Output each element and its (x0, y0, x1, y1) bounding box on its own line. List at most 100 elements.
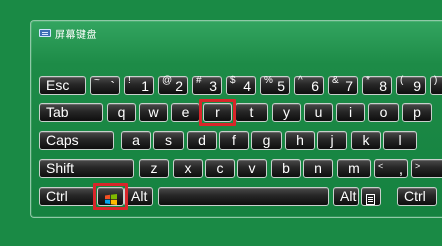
key-o[interactable]: o (368, 103, 399, 122)
key-5-shift-label: % (264, 75, 273, 86)
key-n[interactable]: n (303, 159, 333, 178)
key-3-shift-label: # (196, 75, 202, 86)
key-y-label: y (283, 104, 290, 120)
key-k[interactable]: k (351, 131, 381, 150)
windows-logo-icon (104, 192, 117, 205)
key-esc[interactable]: Esc (39, 76, 86, 95)
key-9-shift-label: ( (400, 75, 404, 86)
key-backtick[interactable]: ~ ` (90, 76, 120, 95)
key-8-shift-label: * (366, 75, 370, 86)
key-u[interactable]: u (304, 103, 333, 122)
key-f[interactable]: f (219, 131, 249, 150)
key-z-label: z (150, 160, 158, 176)
key-ctrl-left-label: Ctrl (46, 188, 68, 204)
key-t[interactable]: t (235, 103, 268, 122)
key-ctrl-left[interactable]: Ctrl (39, 187, 95, 206)
key-v-label: v (248, 160, 256, 176)
key-h[interactable]: h (285, 131, 315, 150)
key-period-shift-label: > (415, 161, 421, 171)
key-alt-left-label: Alt (131, 188, 148, 204)
key-alt-right-label: Alt (340, 188, 357, 204)
key-l-label: l (398, 132, 402, 148)
key-shift-label: Shift (46, 160, 75, 176)
key-p[interactable]: p (402, 103, 432, 122)
key-f-label: f (232, 132, 236, 148)
key-7-shift-label: & (332, 75, 339, 86)
key-d[interactable]: d (187, 131, 217, 150)
key-a-label: a (132, 132, 140, 148)
key-2-shift-label: @ (162, 75, 173, 86)
key-j[interactable]: j (317, 131, 347, 150)
key-1-label: 1 (141, 78, 149, 94)
key-y[interactable]: y (272, 103, 301, 122)
key-alt-left[interactable]: Alt (124, 187, 153, 206)
key-4[interactable]: $4 (226, 76, 256, 95)
key-2[interactable]: @2 (158, 76, 188, 95)
key-q-label: q (117, 104, 126, 120)
key-7[interactable]: & 7 (328, 76, 358, 95)
key-d-label: d (198, 132, 206, 148)
key-menu[interactable] (361, 187, 381, 206)
key-6-shift-label: ^ (298, 75, 303, 86)
key-tab[interactable]: Tab (39, 103, 103, 122)
keyboard-app-icon (39, 29, 51, 37)
key-backtick-label: ` (110, 78, 115, 94)
key-r-label: r (215, 104, 220, 120)
key-2-label: 2 (175, 78, 183, 94)
key-ctrl-right[interactable]: Ctrl (397, 187, 437, 206)
key-3[interactable]: #3 (192, 76, 222, 95)
key-caps[interactable]: Caps (39, 131, 114, 150)
key-m[interactable]: m (337, 159, 371, 178)
key-9[interactable]: (9 (396, 76, 426, 95)
key-5-label: 5 (277, 78, 285, 94)
key-v[interactable]: v (237, 159, 267, 178)
key-0[interactable]: ) (430, 76, 442, 95)
key-space[interactable] (158, 187, 329, 206)
key-g[interactable]: g (251, 131, 282, 150)
window-title: 屏幕键盘 (55, 29, 97, 41)
key-7-label: 7 (345, 78, 353, 94)
key-c[interactable]: c (205, 159, 235, 178)
key-x[interactable]: x (173, 159, 203, 178)
key-l[interactable]: l (383, 131, 417, 150)
key-6-label: 6 (311, 78, 319, 94)
key-i-label: i (348, 104, 353, 120)
key-e[interactable]: e (171, 103, 200, 122)
key-j-label: j (330, 132, 334, 148)
key-shift[interactable]: Shift (39, 159, 134, 178)
key-a[interactable]: a (121, 131, 151, 150)
key-comma[interactable]: <, (374, 159, 408, 178)
key-period[interactable]: > (411, 159, 442, 178)
key-t-label: t (249, 104, 254, 120)
key-o-label: o (379, 104, 388, 120)
key-g-label: g (262, 132, 271, 148)
title-bar: 屏幕键盘 (39, 26, 97, 41)
key-s-label: s (165, 132, 172, 148)
key-i[interactable]: i (336, 103, 365, 122)
key-z[interactable]: z (139, 159, 169, 178)
key-alt-right[interactable]: Alt (333, 187, 359, 206)
key-s[interactable]: s (153, 131, 184, 150)
key-9-label: 9 (413, 78, 421, 94)
key-5[interactable]: % 5 (260, 76, 290, 95)
key-0-shift-label: ) (434, 75, 438, 86)
key-x-label: x (184, 160, 192, 176)
key-n-label: n (314, 160, 322, 176)
on-screen-keyboard-window: 屏幕键盘 Esc ~ `! 1 @2 #3 $4% 5 ^ 6 & 7 * 8(9) Tab q w e r t y u i… (30, 20, 442, 218)
key-windows[interactable] (97, 187, 124, 206)
key-8[interactable]: * 8 (362, 76, 392, 95)
key-3-label: 3 (209, 78, 217, 94)
key-m-label: m (348, 160, 360, 176)
key-q[interactable]: q (107, 103, 136, 122)
key-r[interactable]: r (203, 103, 232, 122)
key-b[interactable]: b (271, 159, 301, 178)
key-1[interactable]: ! 1 (124, 76, 154, 95)
key-w[interactable]: w (139, 103, 168, 122)
key-p-label: p (413, 104, 421, 120)
key-c-label: c (216, 160, 224, 176)
context-menu-icon (366, 192, 375, 205)
key-b-label: b (282, 160, 290, 176)
key-6[interactable]: ^ 6 (294, 76, 324, 95)
key-caps-label: Caps (46, 132, 79, 148)
key-w-label: w (148, 104, 159, 120)
